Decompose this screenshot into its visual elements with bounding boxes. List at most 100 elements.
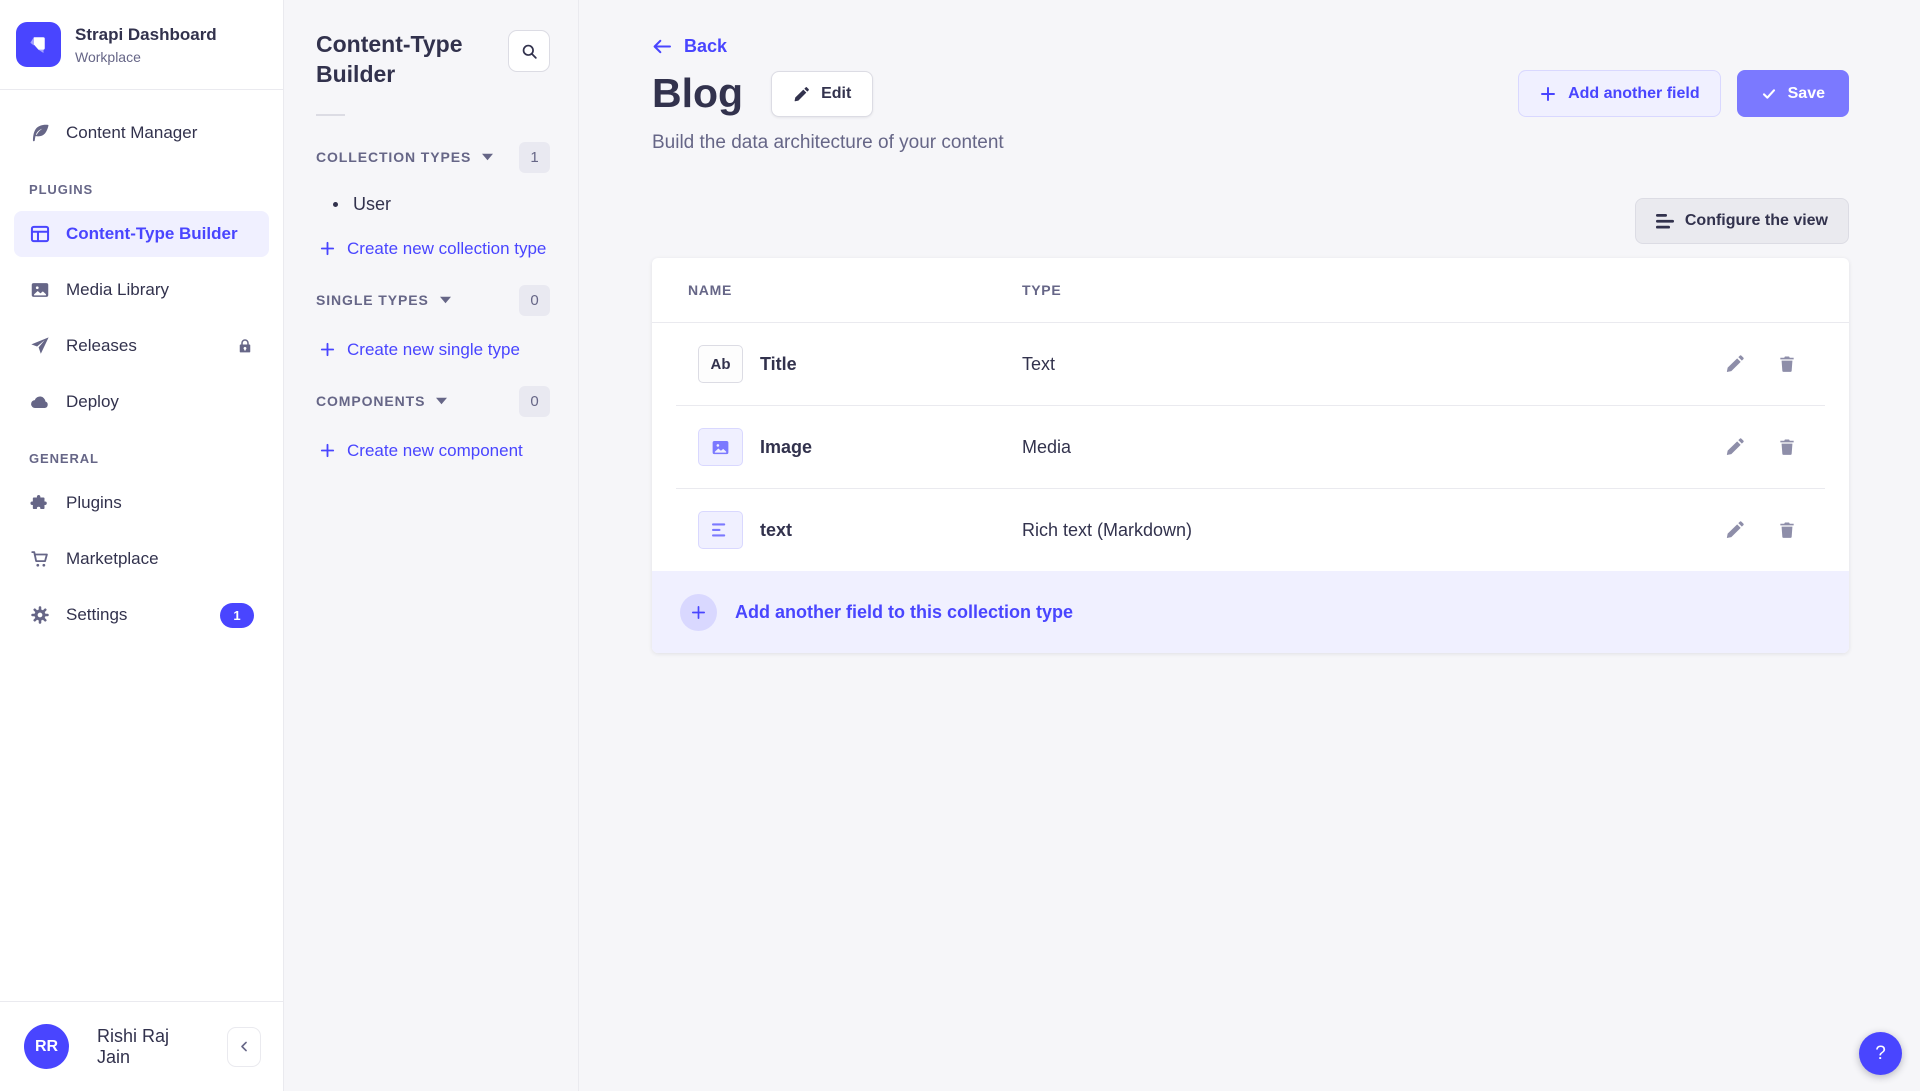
ctb-subnav: Content-Type Builder COLLECTION TYPES 1 … xyxy=(284,0,579,1091)
field-type: Rich text (Markdown) xyxy=(1022,520,1615,541)
pencil-icon xyxy=(793,86,810,103)
user-name: Rishi Raj Jain xyxy=(97,1026,199,1068)
filter-lines-icon xyxy=(1656,214,1674,229)
configure-view-label: Configure the view xyxy=(1685,212,1828,230)
pencil-icon xyxy=(1725,437,1747,457)
single-types-count-badge: 0 xyxy=(519,285,550,316)
sidebar-item-label: Plugins xyxy=(66,493,122,513)
collapse-sidebar-button[interactable] xyxy=(227,1027,261,1067)
plus-icon xyxy=(319,341,336,358)
back-link[interactable]: Back xyxy=(652,36,1004,57)
column-header-name: NAME xyxy=(676,282,1022,298)
field-name: Title xyxy=(760,354,797,375)
create-collection-type-link[interactable]: Create new collection type xyxy=(319,239,550,259)
workspace-name: Workplace xyxy=(75,49,217,65)
edit-field-button[interactable] xyxy=(1725,353,1747,375)
trash-icon xyxy=(1777,354,1799,374)
trash-icon xyxy=(1777,520,1799,540)
sidebar-item-media-library[interactable]: Media Library xyxy=(14,267,269,313)
delete-field-button[interactable] xyxy=(1777,353,1799,375)
group-label: COLLECTION TYPES xyxy=(316,149,471,165)
back-label: Back xyxy=(684,36,727,57)
save-label: Save xyxy=(1788,85,1825,103)
components-count-badge: 0 xyxy=(519,386,550,417)
avatar[interactable]: RR xyxy=(24,1024,69,1069)
plus-icon xyxy=(319,442,336,459)
column-header-type: TYPE xyxy=(1022,282,1615,298)
sidebar-item-label: Content-Type Builder xyxy=(66,224,238,244)
bullet-icon xyxy=(333,202,338,207)
sidebar-nav: Content Manager PLUGINS Content-Type Bui… xyxy=(0,90,283,1001)
sidebar-footer: RR Rishi Raj Jain xyxy=(0,1001,283,1091)
add-another-field-button[interactable]: Add another field xyxy=(1518,70,1721,117)
text-field-icon: Ab xyxy=(698,345,743,383)
feather-pen-icon xyxy=(29,122,51,144)
components-group-header[interactable]: COMPONENTS 0 xyxy=(316,386,550,417)
cloud-icon xyxy=(29,391,51,413)
plus-circle-icon xyxy=(680,594,717,631)
pencil-icon xyxy=(1725,354,1747,374)
create-collection-type-label: Create new collection type xyxy=(347,239,546,259)
check-icon xyxy=(1761,86,1777,102)
app-title: Strapi Dashboard xyxy=(75,24,217,45)
richtext-field-icon xyxy=(698,511,743,549)
sidebar-item-deploy[interactable]: Deploy xyxy=(14,379,269,425)
sidebar-item-releases[interactable]: Releases xyxy=(14,323,269,369)
sidebar-item-settings[interactable]: Settings 1 xyxy=(14,592,269,638)
chevron-down-icon xyxy=(440,296,451,304)
sidebar-item-marketplace[interactable]: Marketplace xyxy=(14,536,269,582)
lock-icon xyxy=(236,337,254,355)
chevron-down-icon xyxy=(436,397,447,405)
strapi-logo-icon xyxy=(16,22,61,67)
help-button[interactable]: ? xyxy=(1859,1032,1902,1075)
search-icon xyxy=(520,42,539,61)
chevron-left-icon xyxy=(237,1039,252,1054)
collection-types-count-badge: 1 xyxy=(519,142,550,173)
single-types-group-header[interactable]: SINGLE TYPES 0 xyxy=(316,285,550,316)
field-name: text xyxy=(760,520,792,541)
collection-type-item-user[interactable]: User xyxy=(333,194,550,215)
plus-icon xyxy=(1539,85,1557,103)
create-component-link[interactable]: Create new component xyxy=(319,441,550,461)
app-root: Strapi Dashboard Workplace Content Manag… xyxy=(0,0,1920,1091)
settings-notification-badge: 1 xyxy=(220,603,254,628)
edit-field-button[interactable] xyxy=(1725,436,1747,458)
edit-label: Edit xyxy=(821,85,851,103)
sidebar-item-content-manager[interactable]: Content Manager xyxy=(14,110,269,156)
create-single-type-link[interactable]: Create new single type xyxy=(319,340,550,360)
layout-grid-icon xyxy=(29,223,51,245)
create-component-label: Create new component xyxy=(347,441,523,461)
table-row: text Rich text (Markdown) xyxy=(652,489,1849,571)
delete-field-button[interactable] xyxy=(1777,519,1799,541)
table-row: Ab Title Text xyxy=(652,323,1849,405)
configure-view-button[interactable]: Configure the view xyxy=(1635,198,1849,244)
media-field-icon xyxy=(698,428,743,466)
group-label: COMPONENTS xyxy=(316,393,425,409)
main-content: Back Blog Edit Build the data architectu… xyxy=(579,0,1920,1091)
page-subtitle: Build the data architecture of your cont… xyxy=(652,132,1004,154)
delete-field-button[interactable] xyxy=(1777,436,1799,458)
add-field-footer-button[interactable]: Add another field to this collection typ… xyxy=(652,571,1849,653)
save-button[interactable]: Save xyxy=(1737,70,1849,117)
edit-button[interactable]: Edit xyxy=(771,71,873,117)
plugins-section-label: PLUGINS xyxy=(29,182,254,197)
edit-field-button[interactable] xyxy=(1725,519,1747,541)
plus-icon xyxy=(319,240,336,257)
group-label: SINGLE TYPES xyxy=(316,292,429,308)
search-button[interactable] xyxy=(508,30,550,72)
create-single-type-label: Create new single type xyxy=(347,340,520,360)
add-another-field-label: Add another field xyxy=(1568,85,1700,103)
general-section-label: GENERAL xyxy=(29,451,254,466)
workspace-header[interactable]: Strapi Dashboard Workplace xyxy=(0,0,283,90)
arrow-left-icon xyxy=(652,36,673,57)
sidebar-item-label: Deploy xyxy=(66,392,119,412)
sidebar-item-plugins[interactable]: Plugins xyxy=(14,480,269,526)
sidebar-item-content-type-builder[interactable]: Content-Type Builder xyxy=(14,211,269,257)
sidebar-item-label: Settings xyxy=(66,605,127,625)
table-header: NAME TYPE xyxy=(652,258,1849,322)
sidebar-item-label: Releases xyxy=(66,336,137,356)
sidebar-item-label: Content Manager xyxy=(66,123,197,143)
sidebar-item-label: Media Library xyxy=(66,280,169,300)
gear-icon xyxy=(29,604,51,626)
collection-types-group-header[interactable]: COLLECTION TYPES 1 xyxy=(316,142,550,173)
